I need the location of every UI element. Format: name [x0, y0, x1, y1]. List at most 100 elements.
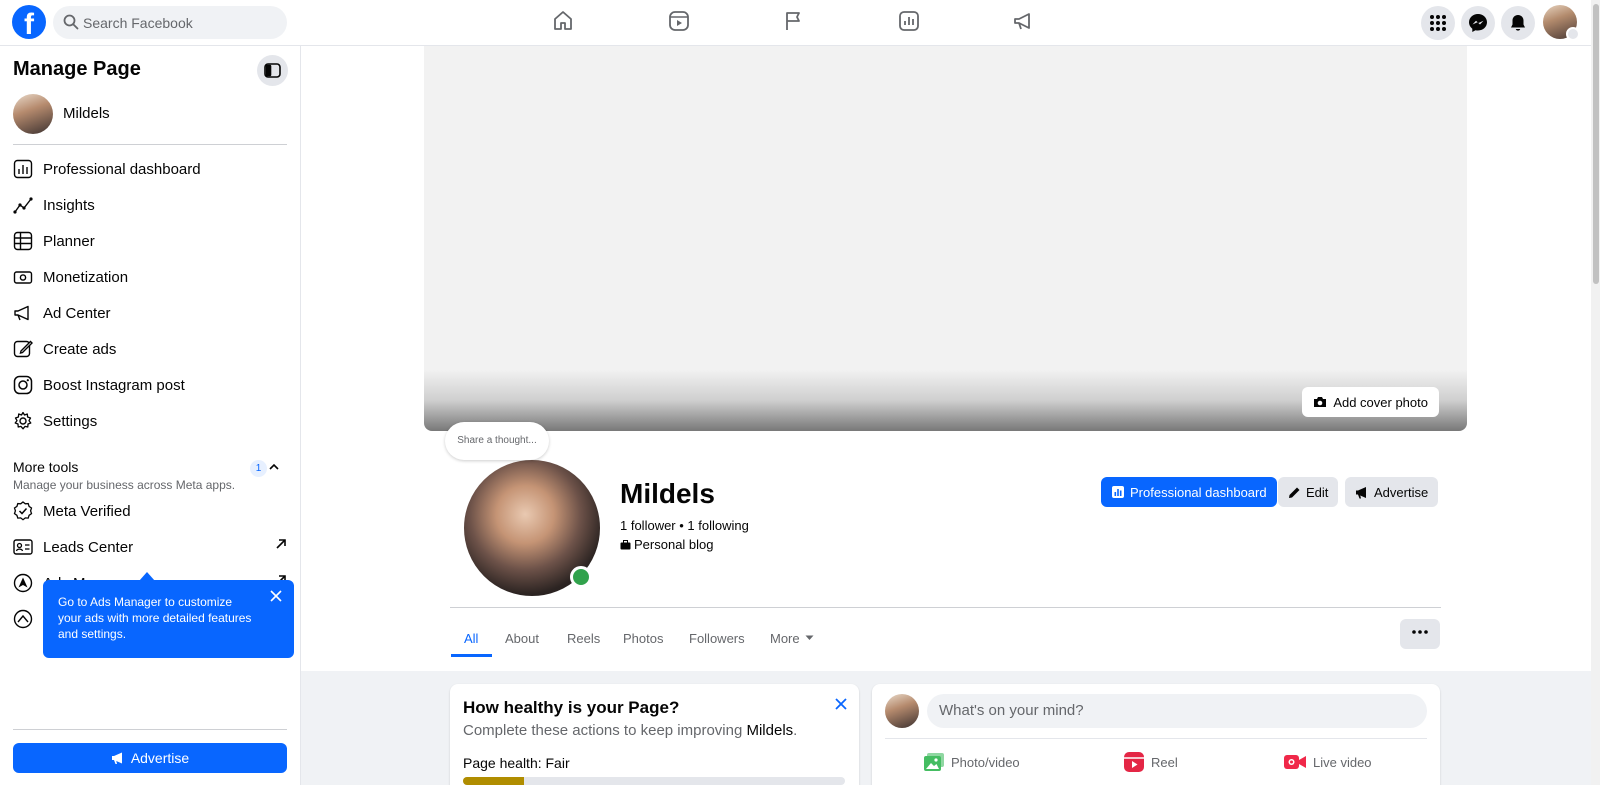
reel-icon: [1124, 752, 1151, 772]
share-thought-bubble[interactable]: Share a thought...: [445, 422, 549, 460]
chevron-up-icon[interactable]: [269, 463, 279, 471]
sidebar-item-meta-verified[interactable]: Meta Verified: [13, 493, 289, 529]
caret-down-icon: [800, 635, 814, 641]
sidebar-item-insights[interactable]: Insights: [13, 187, 289, 223]
composer-input[interactable]: What's on your mind?: [927, 694, 1427, 728]
sidebar-item-label: Professional dashboard: [43, 160, 201, 178]
health-subtitle-prefix: Complete these actions to keep improving: [463, 722, 747, 739]
sidebar-item-monetization[interactable]: Monetization: [13, 259, 289, 295]
flag-icon[interactable]: [782, 9, 810, 37]
verified-icon: [13, 501, 33, 521]
professional-dashboard-button[interactable]: Professional dashboard: [1101, 477, 1277, 507]
photo-video-label: Photo/video: [951, 754, 1020, 770]
sidebar-item-label: Boost Instagram post: [43, 376, 185, 394]
sidebar-title: Manage Page: [13, 58, 141, 80]
sidebar-item-planner[interactable]: Planner: [13, 223, 289, 259]
live-video-button[interactable]: Live video: [1284, 746, 1372, 778]
tab-about[interactable]: About: [505, 620, 539, 656]
sidebar-advertise-button[interactable]: Advertise: [13, 743, 287, 773]
reel-button[interactable]: Reel: [1124, 746, 1178, 778]
monetization-icon: [13, 267, 33, 287]
bell-icon: [1501, 13, 1535, 33]
sidebar-item-settings[interactable]: Settings: [13, 403, 289, 439]
page-main: Add cover photo Share a thought... Milde…: [301, 46, 1591, 785]
photo-icon: [924, 753, 951, 771]
ads-manager-icon: [13, 573, 33, 593]
profile-picture[interactable]: [460, 456, 604, 600]
close-icon[interactable]: [835, 698, 847, 710]
external-link-icon: [275, 538, 287, 550]
notifications-button[interactable]: [1501, 6, 1535, 40]
manage-page-sidebar: Manage Page Mildels Professional dashboa…: [0, 46, 301, 785]
scrollbar[interactable]: [1591, 0, 1600, 785]
sidebar-page-switcher[interactable]: Mildels: [13, 94, 110, 134]
edit-button[interactable]: Edit: [1278, 477, 1339, 507]
video-icon[interactable]: [667, 9, 695, 37]
page-category: Personal blog: [620, 537, 714, 552]
menu-grid-icon: [1421, 13, 1455, 33]
live-video-icon: [1284, 754, 1313, 770]
collapse-sidebar-button[interactable]: [257, 55, 288, 86]
advertise-button-label: Advertise: [1374, 484, 1429, 500]
dashboard-button-label: Professional dashboard: [1130, 484, 1267, 500]
sidebar-item-label: Planner: [43, 232, 95, 250]
menu-grid-button[interactable]: [1421, 6, 1455, 40]
health-label: Page health: Fair: [463, 755, 570, 771]
pencil-icon: [1288, 486, 1306, 499]
instagram-icon: [13, 375, 33, 395]
chart-icon[interactable]: [897, 9, 925, 37]
tab-more[interactable]: More: [770, 620, 814, 656]
account-avatar[interactable]: [1543, 5, 1580, 41]
circle-icon: [13, 609, 33, 629]
more-options-button[interactable]: [1400, 619, 1440, 649]
tooltip-text: Go to Ads Manager to customize your ads …: [58, 595, 252, 641]
pencil-icon: [13, 339, 33, 359]
facebook-logo[interactable]: f: [12, 5, 46, 39]
sidebar-item-leads-center[interactable]: Leads Center: [13, 529, 289, 565]
tab-all[interactable]: All: [464, 620, 478, 656]
sidebar-item-label: Create ads: [43, 340, 117, 358]
search-input[interactable]: [83, 6, 278, 39]
sidebar-item-ad-center[interactable]: Ad Center: [13, 295, 289, 331]
sidebar-item-boost-instagram-post[interactable]: Boost Instagram post: [13, 367, 289, 403]
search-box[interactable]: [53, 6, 287, 39]
follower-stats[interactable]: 1 follower • 1 following: [620, 518, 749, 533]
sidebar-item-label: Meta Verified: [43, 502, 131, 520]
top-navigation-bar: f: [0, 0, 1591, 46]
health-progress-fill: [463, 777, 525, 785]
health-title: How healthy is your Page?: [463, 698, 680, 717]
tab-photos[interactable]: Photos: [623, 620, 663, 656]
megaphone-icon: [13, 303, 33, 323]
more-tools-section[interactable]: More tools Manage your business across M…: [13, 459, 289, 492]
online-status-dot: [570, 566, 592, 588]
messenger-button[interactable]: [1461, 6, 1495, 40]
add-cover-label: Add cover photo: [1333, 394, 1428, 410]
search-icon: [63, 14, 79, 30]
close-icon[interactable]: [270, 590, 282, 602]
advertise-button[interactable]: Advertise: [1345, 477, 1439, 507]
active-tab-indicator: [451, 654, 492, 657]
photo-video-button[interactable]: Photo/video: [924, 746, 1020, 778]
divider: [13, 144, 287, 145]
home-icon[interactable]: [551, 9, 579, 37]
post-composer: What's on your mind? Photo/video Reel Li…: [872, 684, 1440, 785]
sidebar-item-label: Settings: [43, 412, 98, 430]
more-tools-title: More tools: [13, 459, 79, 475]
scrollbar-thumb[interactable]: [1593, 4, 1599, 284]
dashboard-icon: [13, 159, 33, 179]
megaphone-icon: [1355, 486, 1374, 499]
planner-icon: [13, 231, 33, 251]
sidebar-item-professional-dashboard[interactable]: Professional dashboard: [13, 151, 289, 187]
advertise-label: Advertise: [130, 750, 190, 766]
tab-followers[interactable]: Followers: [689, 620, 745, 656]
health-subtitle-page: Mildels: [746, 722, 794, 739]
sidebar-item-create-ads[interactable]: Create ads: [13, 331, 289, 367]
sidebar-item-label: Monetization: [43, 268, 129, 286]
tab-reels[interactable]: Reels: [567, 620, 600, 656]
add-cover-photo-button[interactable]: Add cover photo: [1302, 387, 1439, 417]
briefcase-icon: [620, 539, 634, 550]
tab-more-label: More: [770, 630, 800, 646]
page-health-card: How healthy is your Page? Complete these…: [450, 684, 859, 785]
sidebar-item-label: Ad Center: [43, 304, 111, 322]
megaphone-icon[interactable]: [1012, 9, 1040, 37]
